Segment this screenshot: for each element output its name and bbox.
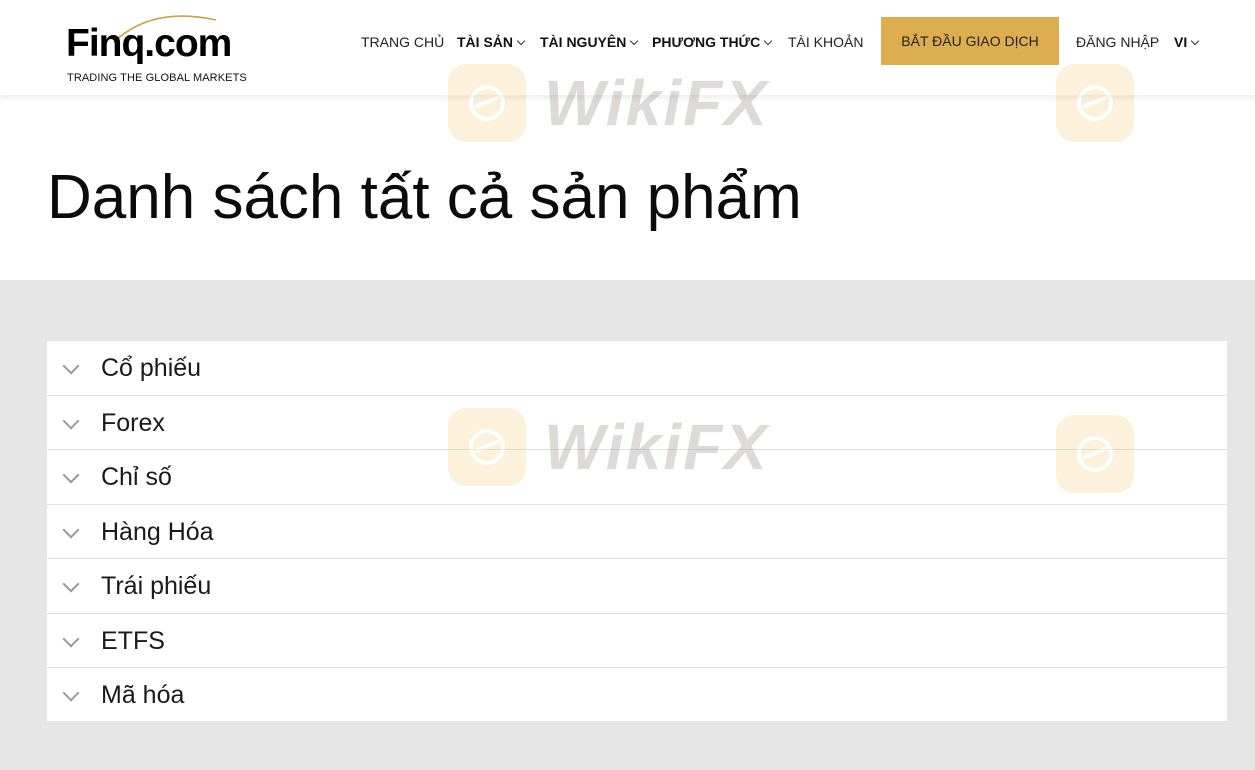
chevron-down-icon: [630, 36, 639, 46]
nav-item-label: TÀI NGUYÊN: [540, 34, 627, 50]
language-selector[interactable]: VI: [1174, 34, 1200, 50]
accordion-item-indices[interactable]: Chỉ số: [47, 450, 1227, 505]
chevron-down-icon: [62, 466, 80, 484]
accordion-item-label: Hàng Hóa: [101, 517, 214, 546]
accordion-item-crypto[interactable]: Mã hóa: [47, 668, 1227, 723]
accordion-item-forex[interactable]: Forex: [47, 396, 1227, 450]
accordion-item-etfs[interactable]: ETFS: [47, 614, 1227, 668]
accordion-item-label: Cổ phiếu: [101, 354, 202, 382]
product-category-accordion: Cổ phiếu Forex Chỉ số Hàng Hóa Trái phiế…: [47, 341, 1227, 721]
chevron-down-icon: [62, 412, 80, 429]
accordion-item-bonds[interactable]: Trái phiếu: [47, 559, 1227, 614]
nav-item-label: TÀI KHOẢN: [788, 34, 864, 50]
nav-item-assets[interactable]: TÀI SẢN: [457, 34, 526, 50]
chevron-down-icon: [62, 521, 80, 538]
site-header: Finq.com TRADING THE GLOBAL MARKETS TRAN…: [0, 0, 1255, 95]
chevron-down-icon: [62, 575, 80, 593]
chevron-down-icon: [62, 630, 80, 647]
main-nav: TRANG CHỦ TÀI SẢN TÀI NGUYÊN PHƯƠNG THỨC…: [0, 0, 1255, 85]
accordion-item-label: Mã hóa: [101, 681, 185, 709]
login-link[interactable]: ĐĂNG NHẬP: [1076, 34, 1159, 50]
title-band: Danh sách tất cả sản phẩm: [0, 95, 1255, 280]
page-title: Danh sách tất cả sản phẩm: [47, 163, 802, 232]
accordion-item-label: ETFS: [101, 626, 165, 655]
nav-item-methods[interactable]: PHƯƠNG THỨC: [652, 34, 773, 50]
nav-item-accounts[interactable]: TÀI KHOẢN: [788, 34, 863, 50]
nav-item-label: TRANG CHỦ: [361, 34, 445, 50]
chevron-down-icon: [62, 684, 80, 702]
chevron-down-icon: [62, 357, 80, 375]
accordion-item-label: Trái phiếu: [101, 572, 212, 600]
nav-item-home[interactable]: TRANG CHỦ: [361, 34, 444, 50]
accordion-item-stocks[interactable]: Cổ phiếu: [47, 341, 1227, 396]
accordion-item-label: Forex: [101, 408, 165, 437]
start-trading-button[interactable]: BẮT ĐẦU GIAO DỊCH: [881, 17, 1059, 65]
nav-item-label: PHƯƠNG THỨC: [652, 34, 761, 50]
page: Finq.com TRADING THE GLOBAL MARKETS TRAN…: [0, 0, 1255, 770]
chevron-down-icon: [764, 36, 773, 46]
language-label: VI: [1174, 34, 1188, 50]
chevron-down-icon: [1190, 36, 1200, 46]
chevron-down-icon: [516, 36, 526, 46]
accordion-item-commodities[interactable]: Hàng Hóa: [47, 505, 1227, 559]
products-section: Cổ phiếu Forex Chỉ số Hàng Hóa Trái phiế…: [0, 280, 1255, 770]
nav-item-resources[interactable]: TÀI NGUYÊN: [540, 34, 639, 50]
login-label: ĐĂNG NHẬP: [1076, 34, 1160, 50]
nav-item-label: TÀI SẢN: [457, 34, 513, 50]
accordion-item-label: Chỉ số: [101, 463, 172, 491]
